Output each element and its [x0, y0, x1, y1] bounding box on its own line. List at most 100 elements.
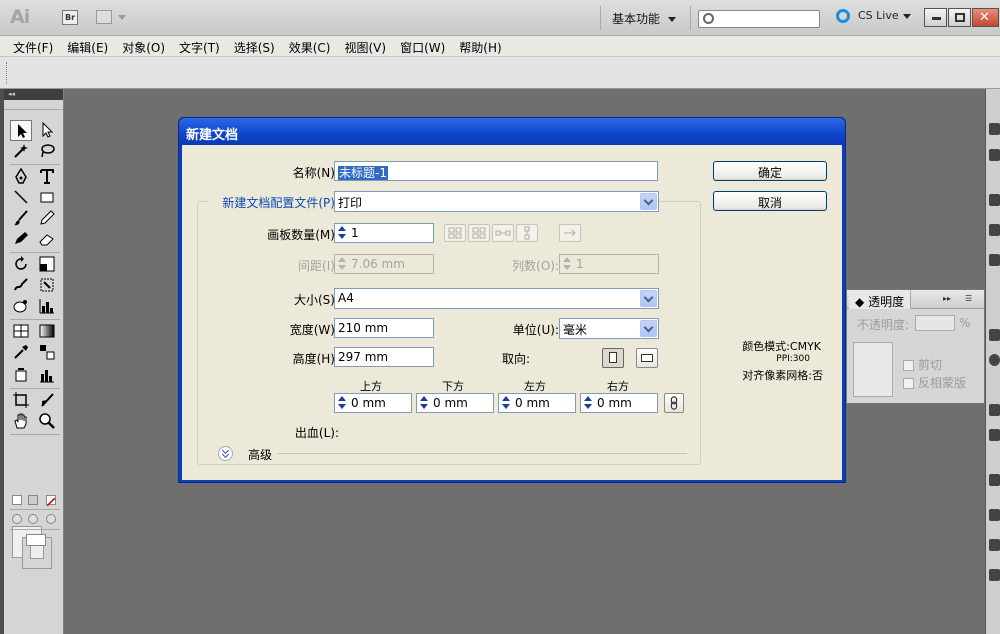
- selection-tool[interactable]: [10, 120, 32, 141]
- direct-selection-tool[interactable]: [36, 120, 58, 141]
- graph-tool[interactable]: [36, 365, 58, 386]
- stepper-arrows[interactable]: [501, 396, 511, 410]
- stepper-arrows[interactable]: [337, 226, 347, 240]
- bleed-right-stepper[interactable]: 0 mm: [580, 393, 658, 413]
- menu-type[interactable]: 文字(T): [172, 36, 227, 56]
- pen-tool[interactable]: [10, 166, 32, 187]
- stepper-arrows[interactable]: [562, 257, 572, 271]
- minimize-button[interactable]: [924, 8, 947, 27]
- opacity-input[interactable]: [915, 315, 955, 331]
- slice-tool[interactable]: [36, 390, 58, 411]
- stepper-arrows[interactable]: [419, 396, 429, 410]
- panel-grip[interactable]: [6, 62, 8, 84]
- height-field[interactable]: 297 mm: [334, 347, 434, 367]
- stepper-arrows[interactable]: [337, 396, 347, 410]
- units-dropdown[interactable]: 毫米: [559, 318, 659, 339]
- menu-file[interactable]: 文件(F): [6, 36, 60, 56]
- menu-select[interactable]: 选择(S): [227, 36, 282, 56]
- tab-transparency[interactable]: ◆ 透明度: [849, 290, 911, 309]
- arrange-by-row-button[interactable]: [492, 224, 514, 242]
- width-field[interactable]: 210 mm: [334, 318, 434, 338]
- restore-button[interactable]: [948, 8, 971, 27]
- warp-tool[interactable]: [10, 275, 32, 296]
- grid-by-row-button[interactable]: [444, 224, 466, 242]
- close-button[interactable]: ✕: [972, 8, 999, 27]
- hand-tool[interactable]: [10, 411, 32, 432]
- size-dropdown[interactable]: A4: [334, 288, 659, 309]
- arrange-by-column-button[interactable]: [516, 224, 538, 242]
- panel-menu-icon[interactable]: ☰: [965, 294, 972, 303]
- gradient-panel-icon[interactable]: [989, 354, 1000, 366]
- artboards-stepper[interactable]: 1: [334, 223, 434, 243]
- rectangle-tool[interactable]: [36, 187, 58, 208]
- stepper-arrows[interactable]: [583, 396, 593, 410]
- blend-tool[interactable]: [36, 342, 58, 363]
- pathfinder-panel-icon[interactable]: [989, 539, 1000, 551]
- menu-view[interactable]: 视图(V): [337, 36, 393, 56]
- bleed-left-stepper[interactable]: 0 mm: [498, 393, 576, 413]
- free-transform-tool[interactable]: [36, 275, 58, 296]
- panel-grip[interactable]: [4, 100, 63, 110]
- symbols-panel-icon[interactable]: [989, 224, 1000, 236]
- profile-dropdown[interactable]: 打印: [334, 191, 659, 212]
- spacing-stepper[interactable]: 7.06 mm: [334, 254, 434, 274]
- link-bleed-button[interactable]: [664, 393, 684, 413]
- menu-edit[interactable]: 编辑(E): [60, 36, 115, 56]
- screen-mode-button[interactable]: [26, 534, 46, 546]
- bleed-top-stepper[interactable]: 0 mm: [334, 393, 412, 413]
- menu-help[interactable]: 帮助(H): [452, 36, 508, 56]
- portrait-orientation-button[interactable]: [602, 348, 624, 368]
- gradient-tool[interactable]: [36, 321, 58, 342]
- invert-mask-checkbox[interactable]: 反相蒙版: [903, 374, 966, 391]
- arrange-documents-button[interactable]: [96, 10, 128, 25]
- stroke-panel-icon[interactable]: [989, 329, 1000, 341]
- transform-panel-icon[interactable]: [989, 509, 1000, 521]
- magic-wand-tool[interactable]: [10, 141, 32, 162]
- grid-by-column-button[interactable]: [468, 224, 490, 242]
- symbol-sprayer-tool[interactable]: [10, 296, 32, 317]
- ok-button[interactable]: 确定: [713, 161, 827, 181]
- draw-inside-button[interactable]: [46, 514, 56, 524]
- workspace-switcher[interactable]: 基本功能: [612, 10, 676, 27]
- column-graph-tool[interactable]: [36, 296, 58, 317]
- paintbrush-tool[interactable]: [10, 208, 32, 229]
- blob-brush-tool[interactable]: [10, 229, 32, 250]
- gradient-mode-button[interactable]: [28, 495, 38, 505]
- pencil-tool[interactable]: [36, 208, 58, 229]
- align-panel-icon[interactable]: [989, 474, 1000, 486]
- cancel-button[interactable]: 取消: [713, 191, 827, 211]
- advanced-expand-button[interactable]: [218, 446, 233, 461]
- brushes-panel-icon[interactable]: [989, 194, 1000, 206]
- dropdown-button[interactable]: [640, 320, 657, 337]
- appearance-panel-icon[interactable]: [989, 404, 1000, 416]
- menu-window[interactable]: 窗口(W): [393, 36, 452, 56]
- bridge-button[interactable]: Br: [62, 10, 78, 25]
- mesh-tool[interactable]: [10, 321, 32, 342]
- lasso-tool[interactable]: [36, 141, 58, 162]
- eraser-tool[interactable]: [36, 229, 58, 250]
- document-name-field[interactable]: 未标题-1: [334, 161, 658, 181]
- draw-normal-button[interactable]: [12, 514, 22, 524]
- menu-object[interactable]: 对象(O): [115, 36, 172, 56]
- dropdown-button[interactable]: [640, 290, 657, 307]
- layers-panel-icon[interactable]: [989, 429, 1000, 441]
- rotate-tool[interactable]: [10, 254, 32, 275]
- landscape-orientation-button[interactable]: [636, 348, 658, 368]
- draw-behind-button[interactable]: [28, 514, 38, 524]
- menu-effect[interactable]: 效果(C): [282, 36, 338, 56]
- graphic-styles-icon[interactable]: [989, 254, 1000, 266]
- color-guide-icon[interactable]: [989, 149, 1000, 161]
- bleed-bottom-stepper[interactable]: 0 mm: [416, 393, 494, 413]
- eyedropper-tool[interactable]: [10, 342, 32, 363]
- transparency-panel-icon[interactable]: [989, 569, 1000, 581]
- stepper-arrows[interactable]: [337, 257, 347, 271]
- zoom-tool[interactable]: [36, 411, 58, 432]
- color-panel-icon[interactable]: [989, 123, 1000, 135]
- cs-live-button[interactable]: CS Live: [836, 9, 911, 23]
- columns-stepper[interactable]: 1: [559, 254, 659, 274]
- artboard-tool[interactable]: [10, 390, 32, 411]
- type-tool[interactable]: [36, 166, 58, 187]
- color-mode-button[interactable]: [12, 495, 22, 505]
- live-paint-bucket-tool[interactable]: [10, 365, 32, 386]
- tools-collapse-button[interactable]: ◂◂: [4, 89, 63, 100]
